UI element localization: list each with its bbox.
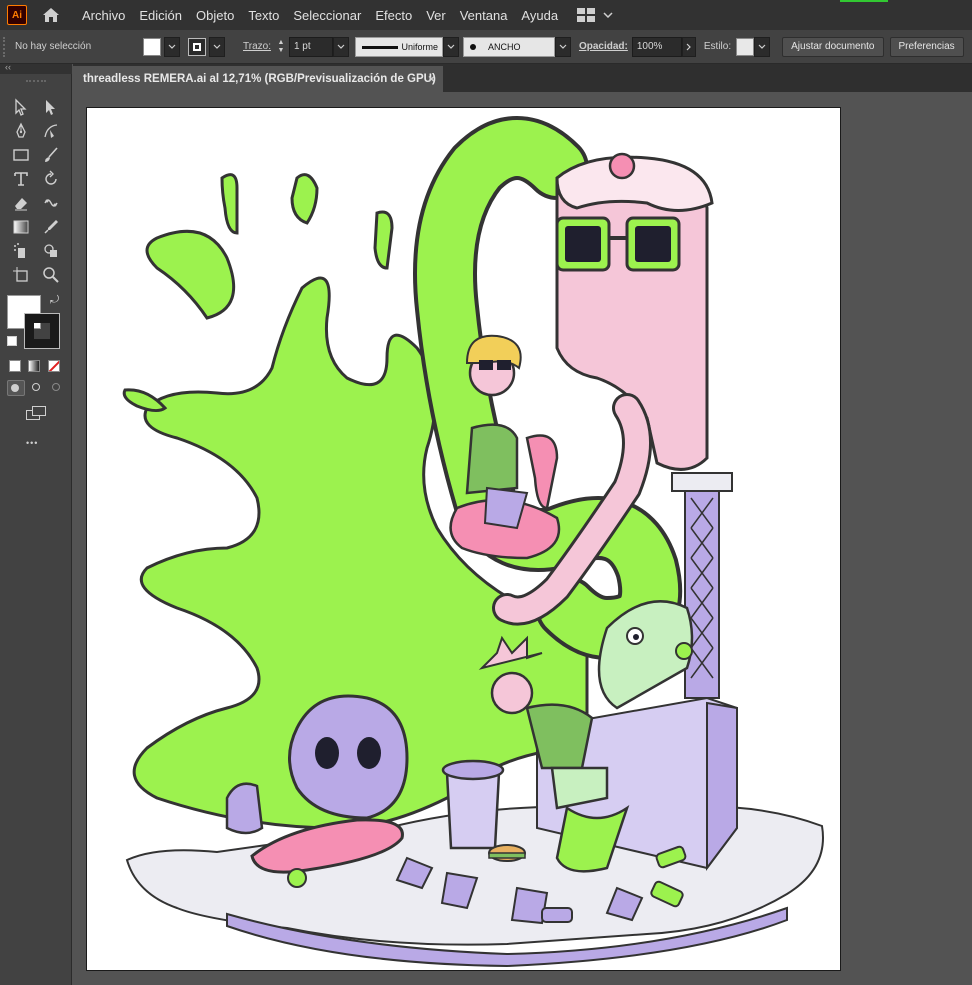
fill-swatch[interactable]: [143, 37, 161, 56]
menu-edicion[interactable]: Edición: [132, 8, 189, 23]
chevron-right-icon: [686, 43, 692, 50]
gradient-mode-icon[interactable]: [28, 360, 40, 372]
default-colors-icon[interactable]: [7, 336, 17, 346]
toolpanel-header[interactable]: ‹‹: [0, 62, 72, 74]
panel-grip[interactable]: [26, 80, 46, 84]
swap-colors-icon[interactable]: ⤾: [50, 294, 59, 307]
variable-width-profile[interactable]: Uniforme: [354, 36, 443, 57]
document-title: threadless REMERA.ai al 12,71% (RGB/Prev…: [83, 73, 436, 85]
chevron-down-icon: [758, 44, 766, 49]
stroke-weight-dropdown[interactable]: [332, 36, 349, 57]
artboard-tool-icon[interactable]: [10, 264, 32, 286]
brush-dot-icon: [469, 43, 476, 50]
draw-normal-icon[interactable]: [7, 380, 25, 396]
draw-behind-icon[interactable]: [27, 380, 45, 396]
tools-panel: ⤾ •••: [0, 74, 72, 985]
stroke-stepper[interactable]: ▲ ▼: [275, 37, 287, 57]
menu-seleccionar[interactable]: Seleccionar: [286, 8, 368, 23]
eraser-tool-icon[interactable]: [10, 192, 32, 214]
stroke-swatch[interactable]: [188, 37, 206, 56]
grip-handle[interactable]: [3, 36, 9, 57]
menu-texto[interactable]: Texto: [241, 8, 286, 23]
control-bar: No hay selección Trazo: ▲ ▼ 1 pt Uniforme…: [0, 30, 972, 64]
paintbrush-tool-icon[interactable]: [40, 144, 62, 166]
menu-items: Archivo Edición Objeto Texto Seleccionar…: [75, 8, 565, 23]
rectangle-tool-icon[interactable]: [10, 144, 32, 166]
graphic-style-swatch[interactable]: [736, 37, 755, 56]
draw-inside-icon[interactable]: [47, 380, 65, 396]
adjust-document-button[interactable]: Ajustar documento: [782, 36, 884, 57]
illustration-artwork: [122, 116, 824, 968]
status-indicator: [840, 0, 888, 2]
curvature-tool-icon[interactable]: [40, 120, 62, 142]
close-tab-icon[interactable]: ×: [428, 72, 435, 86]
document-tab[interactable]: threadless REMERA.ai al 12,71% (RGB/Prev…: [73, 66, 443, 92]
none-mode-icon[interactable]: [48, 360, 60, 372]
stroke-label[interactable]: Trazo:: [243, 41, 271, 52]
screen-mode-icon[interactable]: [26, 406, 48, 422]
opacity-input[interactable]: 100%: [631, 36, 682, 57]
menu-archivo[interactable]: Archivo: [75, 8, 132, 23]
layout-grid-icon: [577, 8, 596, 22]
rotate-tool-icon[interactable]: [40, 168, 62, 190]
chevron-down-icon: [447, 44, 455, 49]
direct-selection-tool-icon[interactable]: [40, 96, 62, 118]
stroke-dropdown[interactable]: [209, 36, 225, 57]
selection-tool-icon[interactable]: [10, 96, 32, 118]
chevron-down-icon: [603, 12, 613, 18]
color-mode-icon[interactable]: [9, 360, 21, 372]
profile-label: Uniforme: [401, 41, 438, 52]
selection-status: No hay selección: [15, 41, 92, 52]
opacity-flyout[interactable]: [681, 36, 696, 57]
collapse-icon[interactable]: ‹‹: [5, 62, 11, 72]
puppet-warp-tool-icon[interactable]: [40, 192, 62, 214]
zoom-tool-icon[interactable]: [40, 264, 62, 286]
home-icon[interactable]: [41, 5, 61, 25]
brush-dropdown[interactable]: [554, 36, 571, 57]
menu-ver[interactable]: Ver: [419, 8, 453, 23]
menu-bar: Ai Archivo Edición Objeto Texto Seleccio…: [0, 0, 972, 30]
profile-dropdown[interactable]: [442, 36, 459, 57]
menu-ayuda[interactable]: Ayuda: [514, 8, 565, 23]
symbol-sprayer-tool-icon[interactable]: [10, 240, 32, 262]
stroke-color-box[interactable]: [24, 313, 60, 349]
type-tool-icon[interactable]: [10, 168, 32, 190]
document-tab-bar: threadless REMERA.ai al 12,71% (RGB/Prev…: [73, 64, 972, 92]
brush-definition[interactable]: ANCHO: [462, 36, 555, 57]
style-dropdown[interactable]: [754, 36, 771, 57]
chevron-down-icon: [337, 44, 345, 49]
chevron-down-icon: [559, 44, 567, 49]
style-label: Estilo:: [703, 41, 732, 52]
shape-builder-tool-icon[interactable]: [40, 240, 62, 262]
menu-ventana[interactable]: Ventana: [453, 8, 515, 23]
chevron-down-icon: [213, 44, 221, 49]
eyedropper-tool-icon[interactable]: [40, 216, 62, 238]
illustrator-logo: Ai: [7, 5, 27, 25]
more-tools-icon[interactable]: •••: [26, 438, 38, 448]
stroke-weight-input[interactable]: 1 pt: [288, 36, 333, 57]
opacity-label[interactable]: Opacidad:: [579, 41, 628, 52]
artboard[interactable]: [86, 107, 841, 971]
chevron-down-icon: [168, 44, 176, 49]
preferences-button[interactable]: Preferencias: [889, 36, 964, 57]
menu-objeto[interactable]: Objeto: [189, 8, 241, 23]
fill-dropdown[interactable]: [164, 36, 180, 57]
brush-label: ANCHO: [487, 41, 521, 52]
menu-efecto[interactable]: Efecto: [368, 8, 419, 23]
pen-tool-icon[interactable]: [10, 120, 32, 142]
workspace-switcher[interactable]: [577, 8, 613, 22]
gradient-tool-icon[interactable]: [10, 216, 32, 238]
